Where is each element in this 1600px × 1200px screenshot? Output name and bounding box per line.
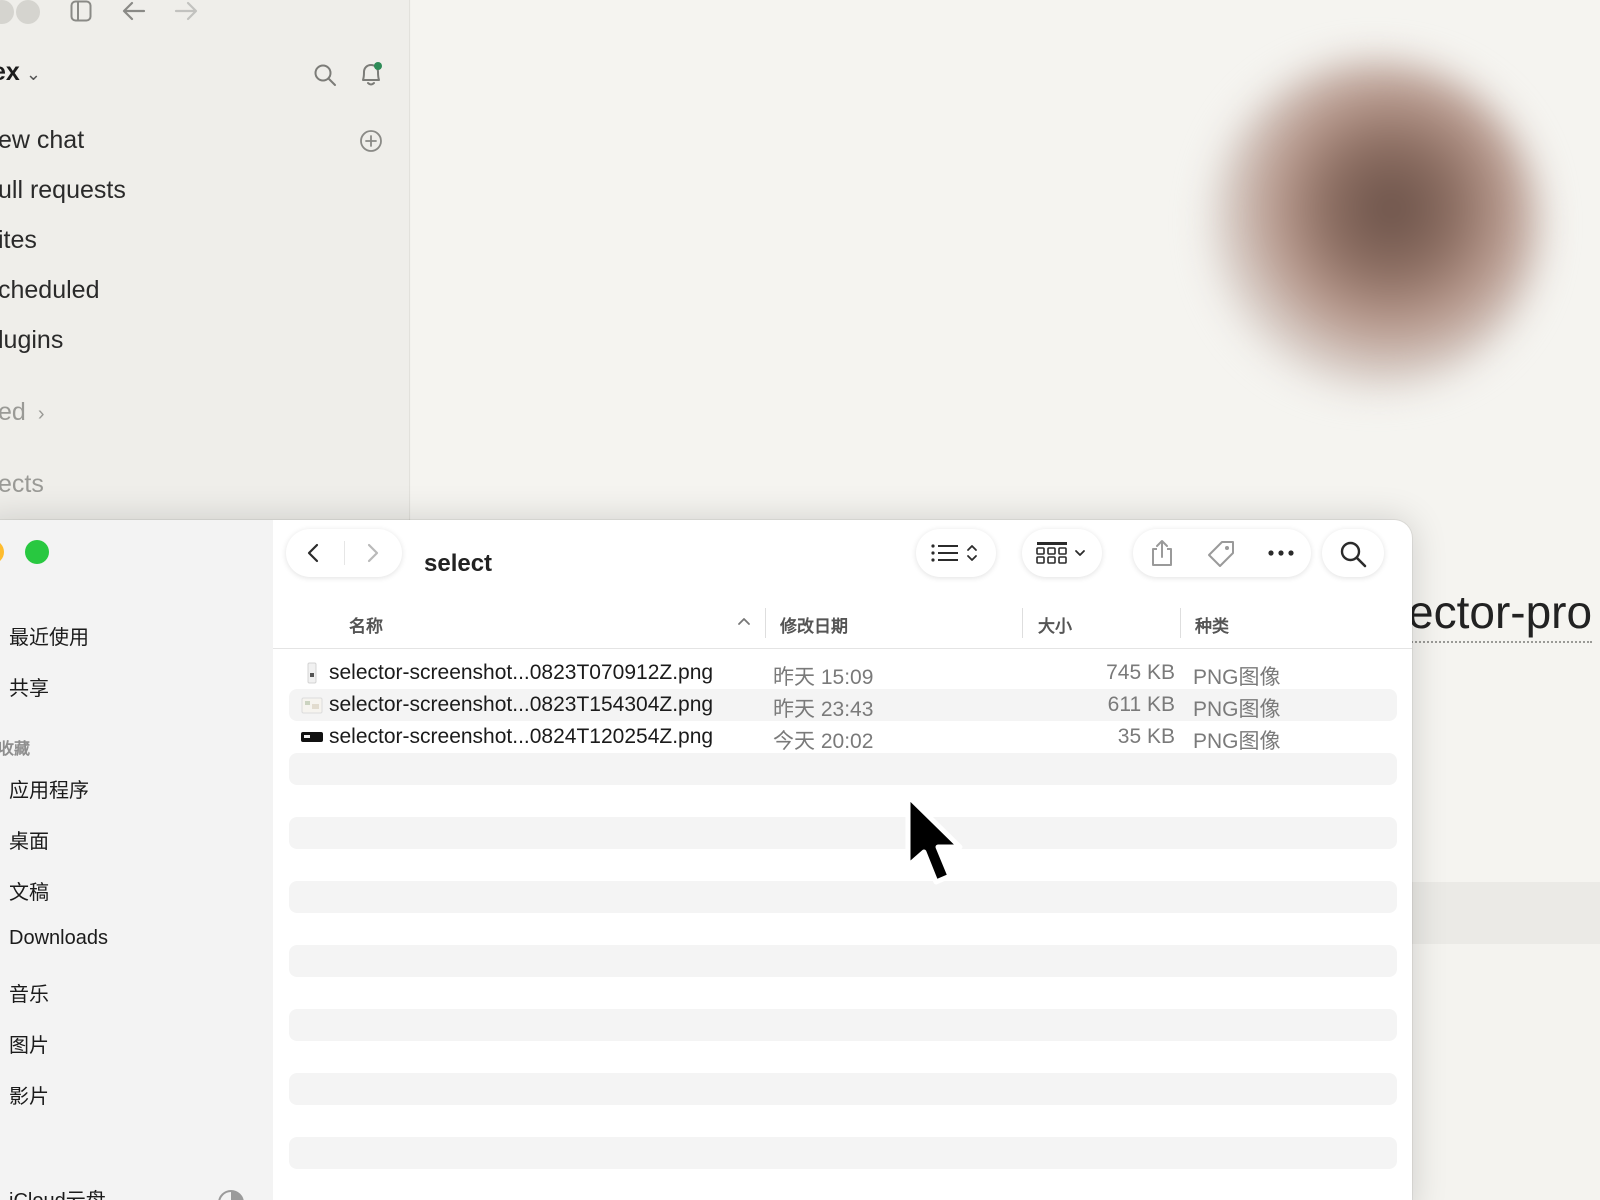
list-view-icon [931,544,977,562]
grid-view-icon [1036,542,1085,564]
sidebar-item-icloud[interactable]: iCloud云盘 [9,1184,106,1200]
blurred-avatar [1210,60,1540,390]
app-sidebar: ex⌄ ew chat ull requests ites cheduled l… [0,0,410,522]
finder-sidebar: 最近使用 共享 收藏 应用程序 桌面 文稿 Downloads 音乐 图片 影片… [0,520,273,1200]
empty-row [289,881,1397,913]
empty-row [289,817,1397,849]
plus-circle-icon[interactable] [359,129,383,153]
file-thumbnail-icon [301,697,323,714]
file-row[interactable]: selector-screenshot...0824T120254Z.png 今… [289,721,1397,753]
column-divider[interactable] [765,608,766,638]
empty-row [289,1073,1397,1105]
file-date: 昨天 23:43 [773,698,874,721]
workspace-switcher[interactable]: ex⌄ [0,58,41,87]
column-divider[interactable] [1180,608,1181,638]
file-row[interactable]: selector-screenshot...0823T154304Z.png 昨… [289,689,1397,721]
section-projects[interactable]: ects [0,470,44,499]
tag-icon[interactable] [1207,540,1235,568]
empty-row [289,1009,1397,1041]
chevron-down-icon: ⌄ [25,64,41,84]
workspace-name: ex [0,58,20,86]
search-icon [1340,541,1367,568]
file-kind: PNG图像 [1193,730,1281,753]
header-divider [273,648,1412,649]
finder-window: 最近使用 共享 收藏 应用程序 桌面 文稿 Downloads 音乐 图片 影片… [0,520,1412,1200]
action-button-group [1133,529,1311,577]
share-icon[interactable] [1149,539,1175,567]
file-date: 昨天 15:09 [773,666,874,689]
sidebar-item-desktop[interactable]: 桌面 [9,825,49,854]
section-pinned[interactable]: ed › [0,398,44,427]
column-header-size[interactable]: 大小 [1038,612,1072,637]
empty-row [289,1137,1397,1169]
forward-button[interactable] [360,541,384,565]
sidebar-item-music[interactable]: 音乐 [9,978,49,1007]
forward-arrow-icon[interactable] [174,0,198,22]
sidebar-item-shared[interactable]: 共享 [9,672,49,701]
nav-new-chat[interactable]: ew chat [0,126,84,155]
file-name: selector-screenshot...0824T120254Z.png [329,725,714,748]
view-mode-button[interactable] [916,529,996,577]
cursor-icon [905,793,963,885]
column-header-kind[interactable]: 种类 [1195,612,1229,637]
file-name: selector-screenshot...0823T154304Z.png [329,693,714,716]
zoom-button[interactable] [25,540,49,564]
search-icon[interactable] [313,63,337,87]
back-button[interactable] [302,541,326,565]
window-control-button[interactable] [16,0,40,24]
bell-icon[interactable] [358,61,384,89]
column-divider[interactable] [1022,608,1023,638]
group-by-button[interactable] [1022,529,1102,577]
file-date: 今天 20:02 [773,730,874,753]
chevron-right-icon: › [37,403,45,425]
window-title: select [424,550,493,577]
sidebar-item-downloads[interactable]: Downloads [9,927,108,950]
navigation-button-group [286,529,402,577]
sidebar-item-applications[interactable]: 应用程序 [9,774,89,803]
file-kind: PNG图像 [1193,666,1281,689]
nav-scheduled[interactable]: cheduled [0,276,99,305]
search-button[interactable] [1322,529,1384,577]
file-size: 611 KB [1107,693,1175,716]
section-pinned-label: ed [0,398,26,426]
file-size: 35 KB [1117,725,1175,748]
more-icon[interactable] [1267,541,1295,565]
sidebar-item-documents[interactable]: 文稿 [9,876,49,905]
column-header-name[interactable]: 名称 [349,612,383,637]
file-thumbnail-icon [301,732,323,742]
notification-dot [374,62,382,70]
project-title[interactable]: ector-pro [1408,585,1593,643]
column-header-date[interactable]: 修改日期 [780,612,848,637]
back-arrow-icon[interactable] [122,0,146,22]
sidebar-item-pictures[interactable]: 图片 [9,1029,49,1058]
minimize-button[interactable] [0,540,4,564]
file-row[interactable]: selector-screenshot...0823T070912Z.png 昨… [289,657,1397,689]
sidebar-item-movies[interactable]: 影片 [9,1080,49,1109]
nav-plugins[interactable]: lugins [0,326,63,355]
empty-row [289,945,1397,977]
file-size: 745 KB [1106,661,1175,684]
nav-pull-requests[interactable]: ull requests [0,176,126,205]
file-name: selector-screenshot...0823T070912Z.png [329,661,714,684]
window-control-button[interactable] [0,0,14,24]
sidebar-toggle-icon[interactable] [70,0,92,22]
sort-ascending-icon[interactable] [737,616,751,626]
file-thumbnail-icon [307,662,317,684]
sidebar-item-recents[interactable]: 最近使用 [9,621,89,650]
nav-sites[interactable]: ites [0,226,37,255]
file-kind: PNG图像 [1193,698,1281,721]
icloud-storage-icon [218,1190,244,1200]
empty-row [289,753,1397,785]
favorites-section-label: 收藏 [0,741,31,758]
